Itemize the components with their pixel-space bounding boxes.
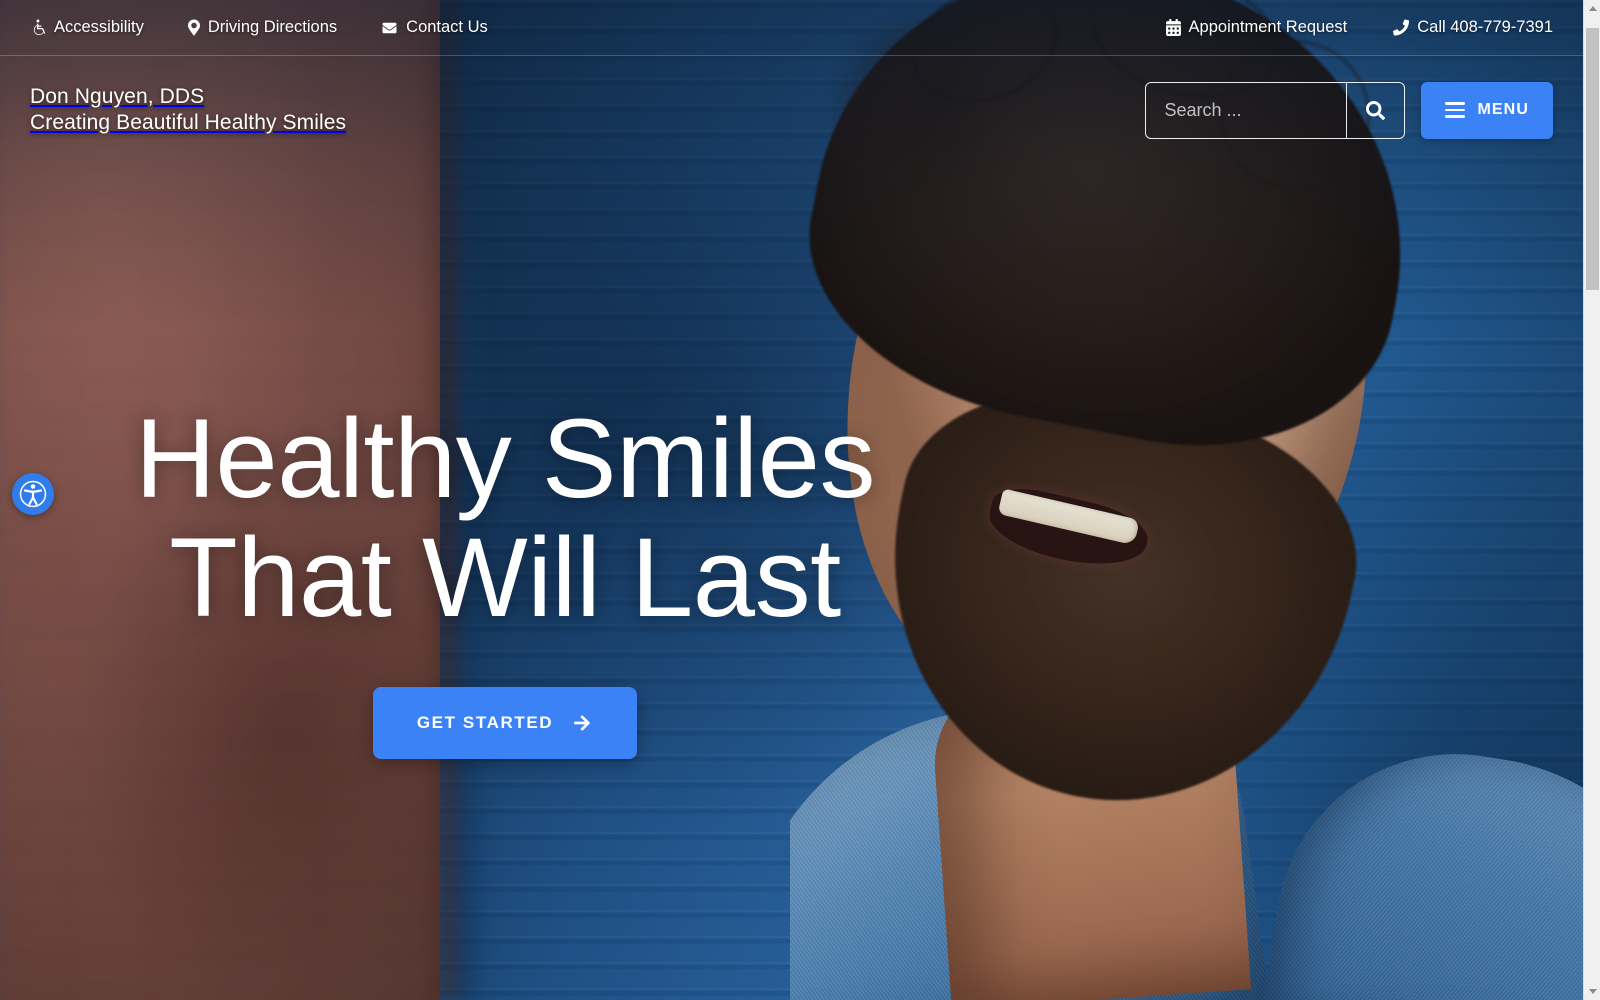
search-submit-button[interactable]: [1346, 82, 1404, 138]
get-started-label: GET STARTED: [416, 713, 554, 733]
topbar-link-label: Accessibility: [54, 18, 144, 36]
topbar-link-label: Call 408-779-7391: [1417, 18, 1553, 36]
brand-logo[interactable]: Don Nguyen, DDS Creating Beautiful Healt…: [30, 84, 346, 136]
denim-jacket-right: [1259, 728, 1583, 1000]
search-icon: [1366, 100, 1386, 120]
scrollbar-up-arrow-icon[interactable]: [1584, 0, 1600, 17]
get-started-button[interactable]: GET STARTED: [372, 687, 638, 760]
topbar-link-contact-us[interactable]: Contact Us: [381, 18, 488, 37]
hero-cta-wrapper: GET STARTED: [0, 687, 1010, 760]
arrow-right-icon: [571, 714, 593, 732]
calendar-icon: [1165, 19, 1181, 36]
top-utility-bar: Accessibility Driving Directions Contact…: [0, 0, 1583, 56]
topbar-link-driving-directions[interactable]: Driving Directions: [187, 18, 338, 37]
wheelchair-icon: [30, 19, 46, 36]
accessibility-person-icon: [17, 478, 49, 510]
envelope-icon: [381, 21, 398, 35]
topbar-right-links: Appointment Request Call 408-779-7391: [1120, 18, 1553, 37]
hamburger-icon: [1445, 102, 1466, 118]
hero-section: Healthy Smiles That Will Last GET STARTE…: [0, 399, 1010, 760]
scrollbar-thumb[interactable]: [1586, 28, 1599, 290]
topbar-link-appointment-request[interactable]: Appointment Request: [1165, 18, 1348, 37]
menu-button-label: MENU: [1477, 101, 1529, 118]
scrollbar-down-arrow-icon[interactable]: [1584, 983, 1600, 1000]
topbar-link-label: Appointment Request: [1188, 18, 1348, 36]
brand-tagline: Creating Beautiful Healthy Smiles: [30, 111, 347, 134]
topbar-link-label: Driving Directions: [207, 18, 338, 36]
phone-icon: [1393, 19, 1410, 36]
topbar-link-accessibility[interactable]: Accessibility: [30, 18, 144, 37]
header-tools: MENU: [1145, 81, 1553, 139]
topbar-link-label: Contact Us: [406, 18, 488, 36]
webpage-content: Accessibility Driving Directions Contact…: [0, 0, 1583, 1000]
search-box: [1145, 81, 1406, 139]
browser-scrollbar[interactable]: [1583, 0, 1600, 1000]
brand-name: Don Nguyen, DDS: [30, 84, 205, 108]
hero-headline-line-1: Healthy Smiles: [135, 396, 875, 521]
browser-viewport: Accessibility Driving Directions Contact…: [0, 0, 1600, 1000]
accessibility-widget-button[interactable]: [12, 473, 54, 515]
map-pin-icon: [187, 19, 200, 36]
topbar-link-call-phone[interactable]: Call 408-779-7391: [1393, 18, 1553, 37]
menu-button[interactable]: MENU: [1421, 81, 1553, 139]
hero-headline-line-2: That Will Last: [169, 514, 841, 640]
search-input[interactable]: [1146, 82, 1347, 138]
site-header: Don Nguyen, DDS Creating Beautiful Healt…: [0, 56, 1583, 164]
topbar-left-links: Accessibility Driving Directions Contact…: [30, 18, 532, 37]
hero-headline: Healthy Smiles That Will Last: [0, 399, 1010, 640]
